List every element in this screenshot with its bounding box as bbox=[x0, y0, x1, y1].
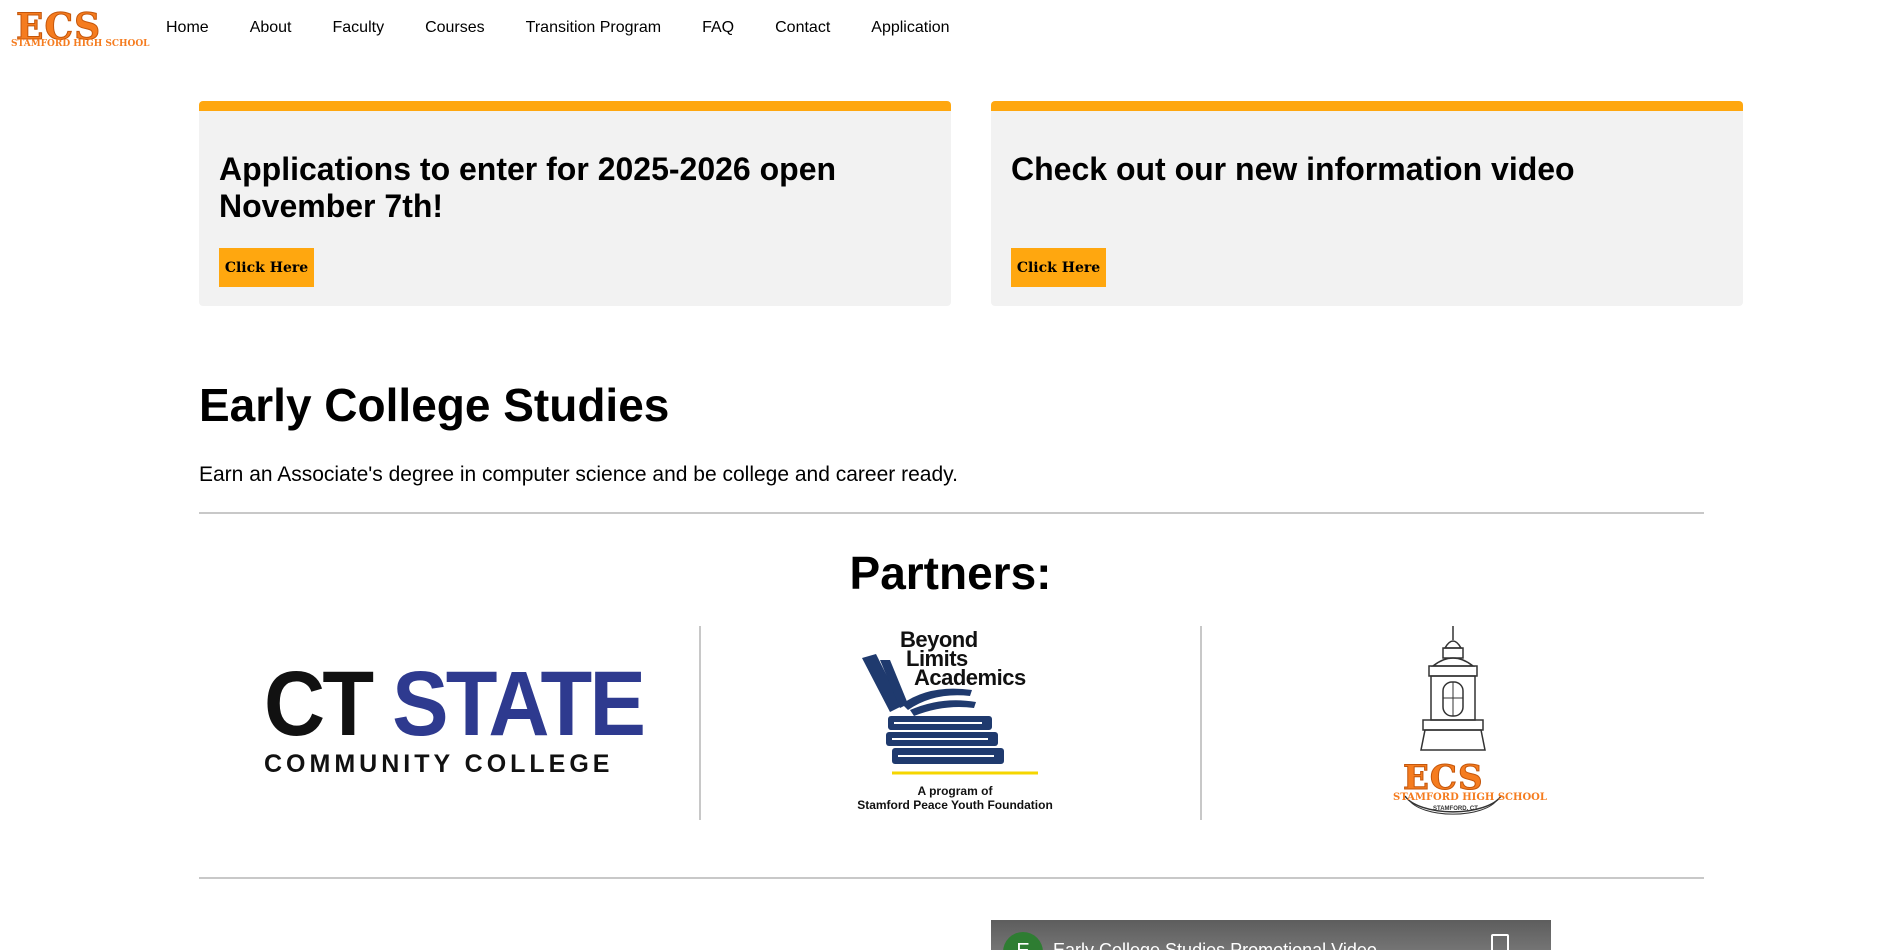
beyond-limits-caption: A program of Stamford Peace Youth Founda… bbox=[850, 784, 1060, 812]
video-card: Check out our new information video Clic… bbox=[991, 101, 1743, 306]
ct-state-logo-ct: CT bbox=[264, 653, 393, 755]
nav-link-about[interactable]: About bbox=[250, 19, 292, 37]
video-click-here-button[interactable]: Click Here bbox=[1011, 248, 1106, 287]
ecs-stamford-logo: ECS STAMFORD HIGH SCHOOL STAMFORD, CT bbox=[1385, 626, 1547, 826]
applications-card: Applications to enter for 2025-2026 open… bbox=[199, 101, 951, 306]
partner-divider-2 bbox=[1200, 626, 1202, 820]
ct-state-logo-mark: CT STATE bbox=[264, 658, 646, 750]
partners-title: Partners: bbox=[849, 547, 1052, 599]
video-player[interactable]: E Early College Studies Promotional Vide… bbox=[991, 920, 1551, 950]
video-card-title: Check out our new information video bbox=[1011, 151, 1575, 187]
video-title[interactable]: Early College Studies Promotional Video bbox=[1053, 940, 1377, 950]
page-subtitle: Earn an Associate's degree in computer s… bbox=[199, 463, 958, 486]
applications-card-title: Applications to enter for 2025-2026 open… bbox=[219, 151, 837, 224]
nav-links: Home About Faculty Courses Transition Pr… bbox=[166, 19, 991, 37]
ecs-logo[interactable]: ECS STAMFORD HIGH SCHOOL bbox=[10, 6, 150, 52]
top-nav: ECS STAMFORD HIGH SCHOOL Home About Facu… bbox=[0, 0, 1901, 58]
ct-state-logo: CT STATE COMMUNITY COLLEGE bbox=[264, 658, 646, 778]
nav-link-faq[interactable]: FAQ bbox=[702, 19, 734, 37]
logo-subtext: STAMFORD HIGH SCHOOL bbox=[11, 39, 150, 49]
nav-link-home[interactable]: Home bbox=[166, 19, 209, 37]
channel-avatar[interactable]: E bbox=[1003, 932, 1043, 950]
books-icon bbox=[862, 654, 1038, 775]
ct-state-logo-state: STATE bbox=[392, 653, 646, 755]
nav-link-contact[interactable]: Contact bbox=[775, 19, 830, 37]
partner-divider-1 bbox=[699, 626, 701, 820]
beyond-limits-caption-line2: Stamford Peace Youth Foundation bbox=[857, 798, 1053, 812]
nav-link-courses[interactable]: Courses bbox=[425, 19, 485, 37]
nav-link-application[interactable]: Application bbox=[871, 19, 949, 37]
page-title: Early College Studies bbox=[199, 379, 670, 431]
applications-click-here-button[interactable]: Click Here bbox=[219, 248, 314, 287]
nav-link-faculty[interactable]: Faculty bbox=[333, 19, 385, 37]
nav-link-transition-program[interactable]: Transition Program bbox=[526, 19, 661, 37]
beyond-limits-logo: Beyond Limits Academics A program of Sta… bbox=[850, 629, 1060, 820]
beyond-limits-caption-line1: A program of bbox=[917, 784, 993, 798]
section-divider-top bbox=[199, 512, 1704, 514]
ecs-logo-place: STAMFORD, CT bbox=[1433, 806, 1478, 812]
ecs-logo-subtext: STAMFORD HIGH SCHOOL bbox=[1393, 792, 1547, 803]
copy-link-icon[interactable] bbox=[1491, 934, 1509, 950]
section-divider-bottom bbox=[199, 877, 1704, 879]
